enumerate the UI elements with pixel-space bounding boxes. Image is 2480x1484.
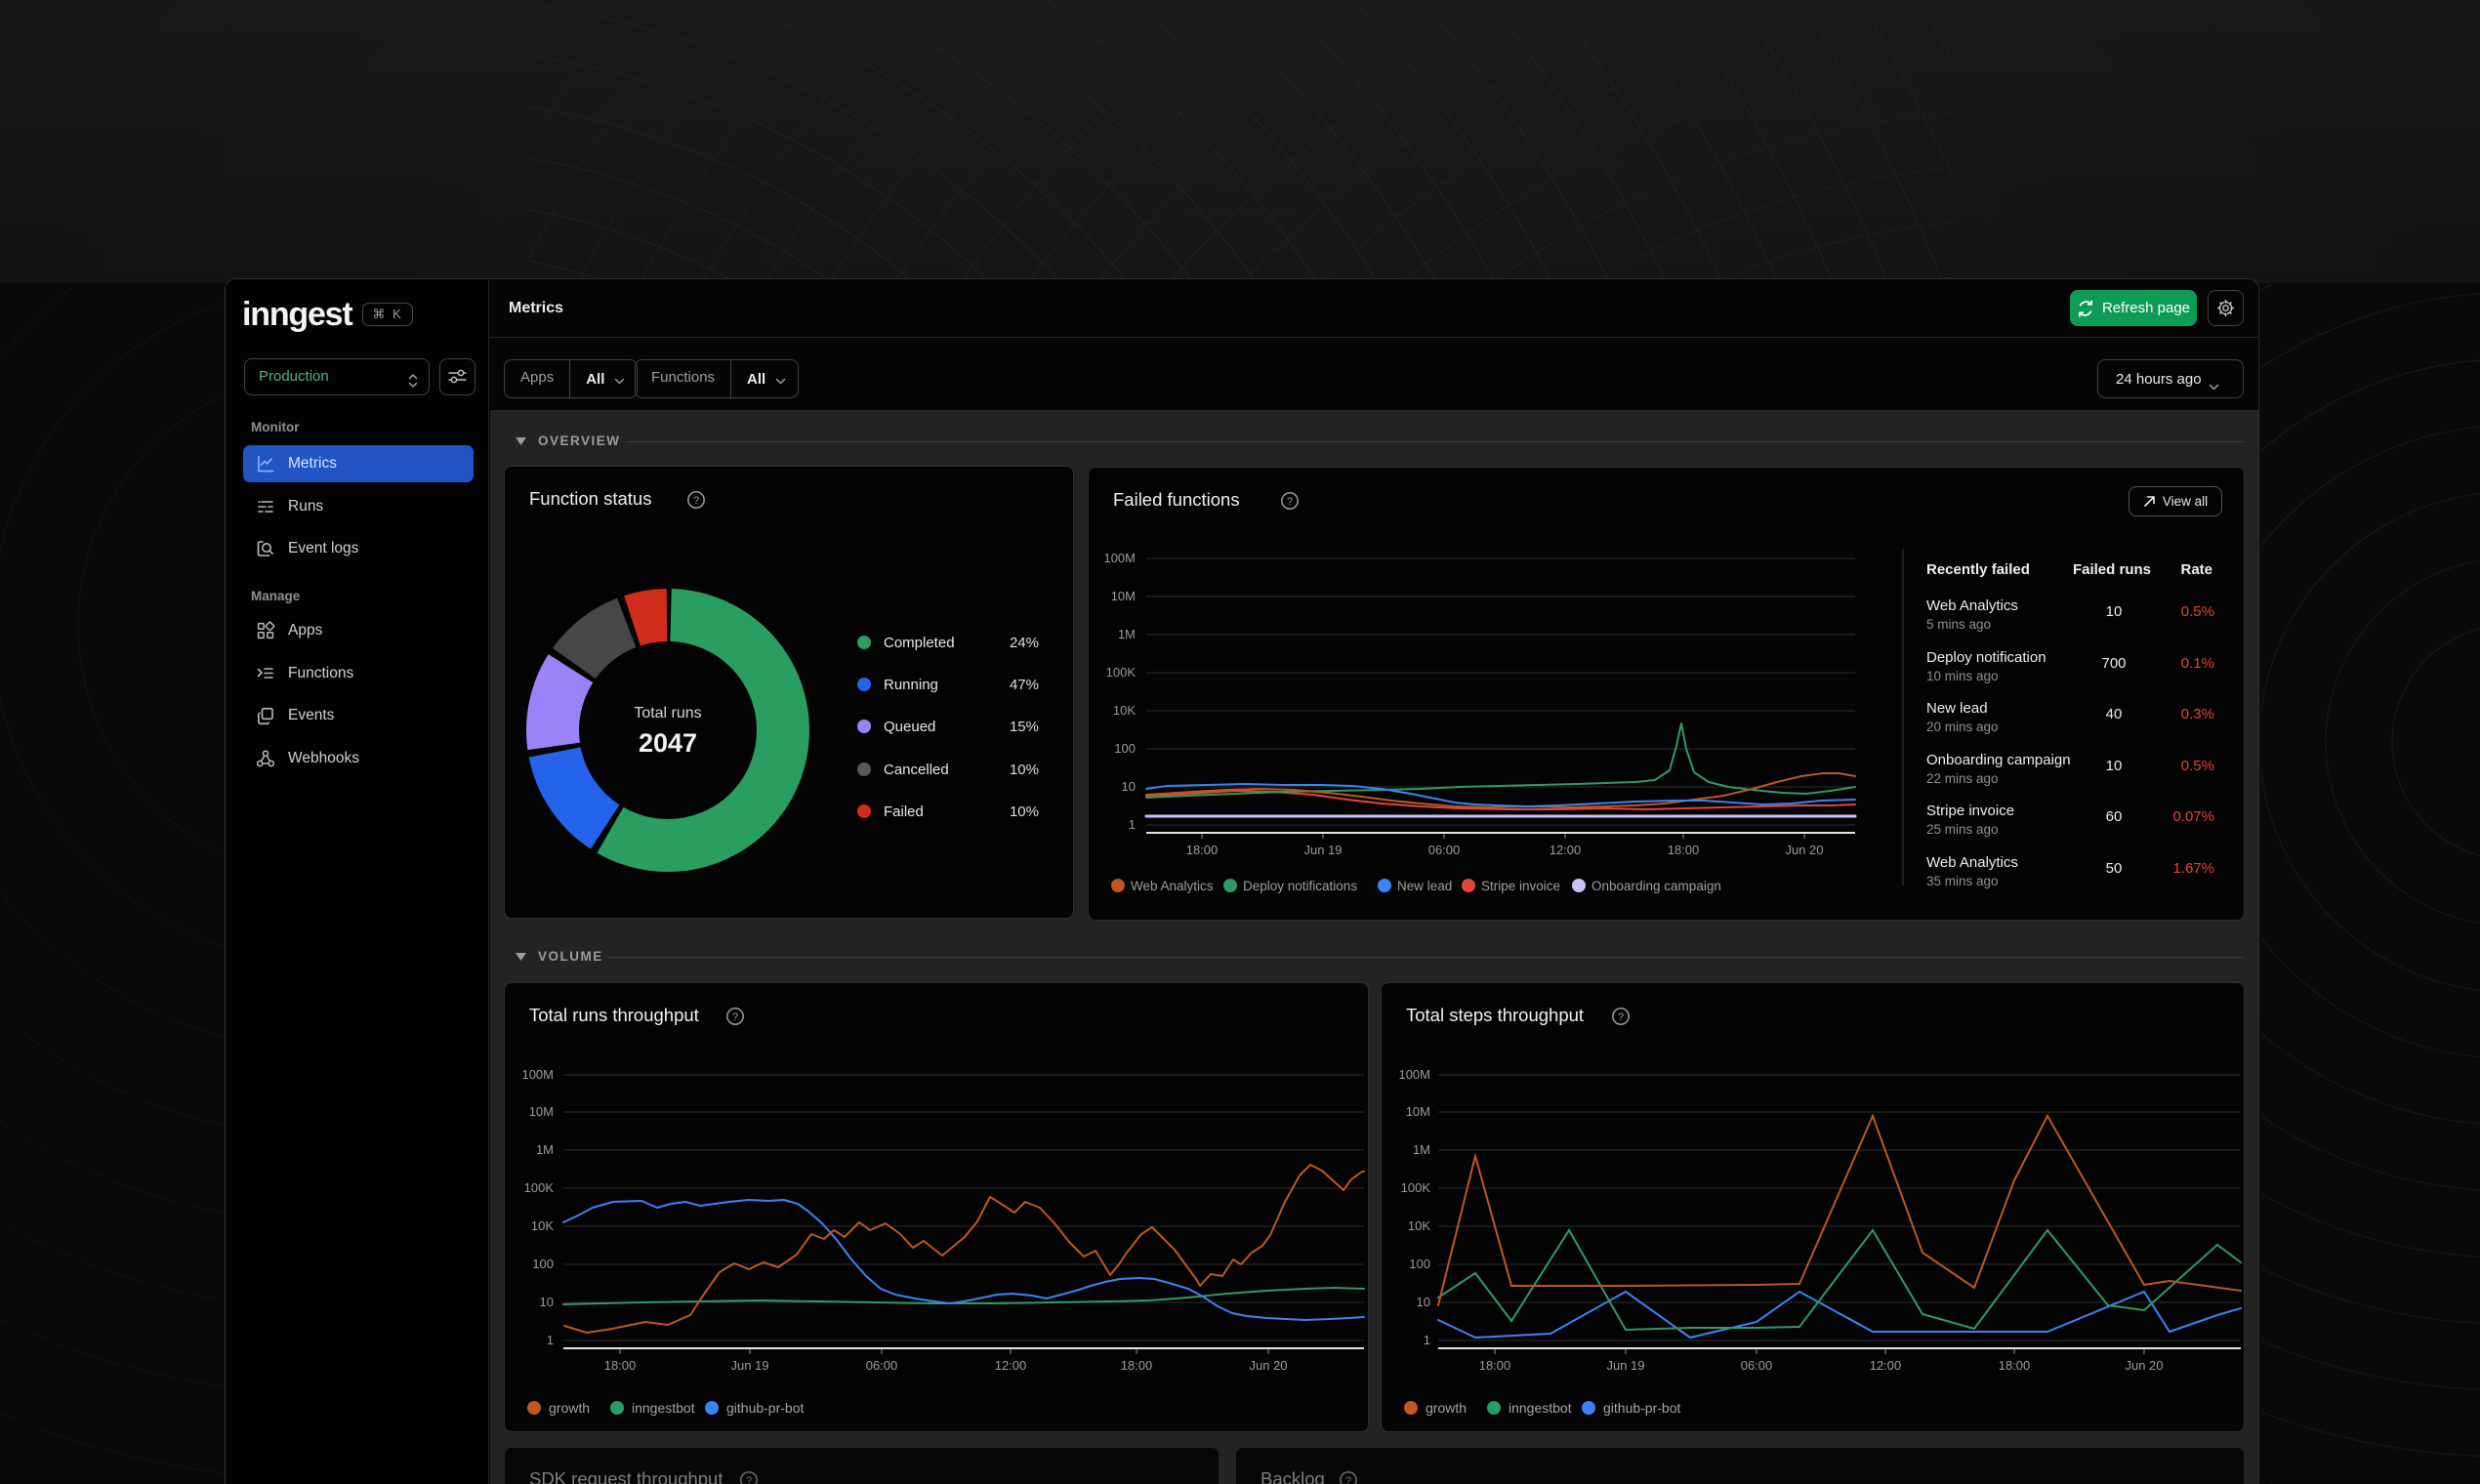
svg-text:?: ? [746,1475,752,1484]
svg-text:1M: 1M [1413,1142,1430,1157]
svg-text:10%: 10% [1010,804,1039,820]
svg-text:Jun 20: Jun 20 [2125,1358,2163,1373]
svg-text:Completed: Completed [884,635,955,651]
svg-text:12:00: 12:00 [995,1358,1027,1373]
svg-text:Cancelled: Cancelled [884,762,949,778]
svg-text:100K: 100K [1401,1180,1431,1195]
svg-text:Rate: Rate [2180,561,2212,578]
svg-text:15%: 15% [1010,719,1039,735]
svg-text:47%: 47% [1010,677,1039,693]
svg-text:10K: 10K [1408,1218,1430,1233]
svg-text:18:00: 18:00 [604,1358,637,1373]
svg-text:10M: 10M [1406,1104,1430,1119]
svg-text:2047: 2047 [639,728,697,758]
svg-text:100: 100 [1409,1257,1430,1271]
svg-text:Recently failed: Recently failed [1926,561,2030,578]
svg-text:12:00: 12:00 [1870,1358,1902,1373]
svg-text:18:00: 18:00 [1479,1358,1511,1373]
svg-text:18:00: 18:00 [1999,1358,2031,1373]
svg-text:1M: 1M [536,1142,554,1157]
svg-text:10: 10 [540,1295,554,1309]
svg-text:18:00: 18:00 [1121,1358,1153,1373]
svg-text:1: 1 [1424,1333,1430,1347]
svg-text:10: 10 [1417,1295,1430,1309]
svg-text:100: 100 [532,1257,554,1271]
svg-text:10K: 10K [531,1218,554,1233]
svg-text:Running: Running [884,677,938,693]
svg-text:growth: growth [1426,1400,1467,1416]
svg-text:Jun 19: Jun 19 [730,1358,768,1373]
svg-text:10M: 10M [529,1104,554,1119]
svg-text:Jun 20: Jun 20 [1249,1358,1287,1373]
svg-text:Failed runs: Failed runs [2073,561,2151,578]
svg-text:?: ? [1345,1475,1351,1484]
svg-text:github-pr-bot: github-pr-bot [1603,1400,1680,1416]
svg-text:growth: growth [549,1400,590,1416]
svg-text:Jun 19: Jun 19 [1606,1358,1644,1373]
svg-text:06:00: 06:00 [1741,1358,1773,1373]
svg-text:github-pr-bot: github-pr-bot [726,1400,804,1416]
svg-text:Total runs: Total runs [634,705,701,721]
svg-text:100M: 100M [1398,1067,1430,1082]
svg-text:10%: 10% [1010,762,1039,778]
svg-text:06:00: 06:00 [866,1358,898,1373]
svg-text:24%: 24% [1010,635,1039,651]
svg-text:inngestbot: inngestbot [632,1400,695,1416]
svg-text:Queued: Queued [884,719,935,735]
svg-text:100K: 100K [524,1180,555,1195]
svg-text:inngestbot: inngestbot [1509,1400,1572,1416]
svg-text:Failed: Failed [884,804,924,820]
svg-text:1: 1 [547,1333,554,1347]
svg-text:100M: 100M [521,1067,554,1082]
svg-text:100M: 100M [1103,551,1136,565]
